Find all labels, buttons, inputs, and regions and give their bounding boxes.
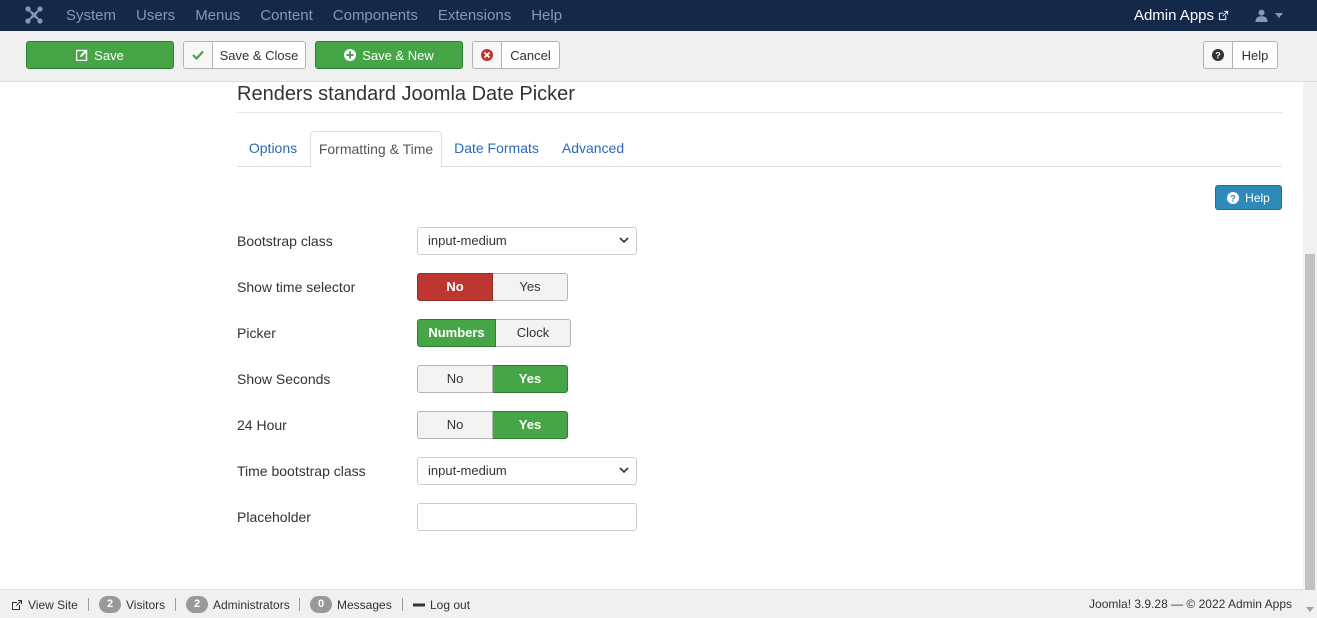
hour24-toggle: No Yes xyxy=(417,411,568,439)
save-new-button[interactable]: Save & New xyxy=(315,41,463,69)
menu-system[interactable]: System xyxy=(56,0,126,31)
menu-users[interactable]: Users xyxy=(126,0,185,31)
footer-copyright: Joomla! 3.9.28 — © 2022 Admin Apps xyxy=(1089,597,1292,611)
top-navbar: System Users Menus Content Components Ex… xyxy=(0,0,1317,31)
tab-formatting-time[interactable]: Formatting & Time xyxy=(310,131,442,167)
tab-bar: Options Formatting & Time Date Formats A… xyxy=(237,131,1282,167)
show-time-selector-toggle: No Yes xyxy=(417,273,568,301)
administrators-label: Administrators xyxy=(213,597,290,612)
menu-menus[interactable]: Menus xyxy=(185,0,250,31)
show-seconds-label: Show Seconds xyxy=(237,371,331,387)
time-bootstrap-class-select[interactable]: input-medium xyxy=(417,457,637,485)
messages-label: Messages xyxy=(337,597,392,612)
svg-text:?: ? xyxy=(1230,193,1236,203)
tab-date-formats[interactable]: Date Formats xyxy=(446,131,547,167)
bootstrap-class-value: input-medium xyxy=(428,233,507,248)
chevron-down-icon xyxy=(619,467,629,474)
chevron-down-icon xyxy=(1275,13,1283,18)
visitors-label: Visitors xyxy=(126,597,166,612)
messages-badge: 0 xyxy=(310,596,332,613)
edit-icon xyxy=(76,49,88,61)
administrators-badge: 2 xyxy=(186,596,208,613)
cancel-label: Cancel xyxy=(510,47,551,63)
time-bootstrap-class-value: input-medium xyxy=(428,463,507,478)
external-link-icon xyxy=(1218,10,1229,21)
menu-extensions[interactable]: Extensions xyxy=(428,0,521,31)
user-icon xyxy=(1255,9,1268,22)
site-name: Admin Apps xyxy=(1133,7,1214,24)
bootstrap-class-label: Bootstrap class xyxy=(237,233,333,249)
show-time-selector-no[interactable]: No xyxy=(417,273,493,301)
status-bar: View Site 2 Visitors 2 Administrators 0 … xyxy=(0,589,1303,618)
tab-advanced[interactable]: Advanced xyxy=(553,131,633,167)
picker-numbers[interactable]: Numbers xyxy=(417,319,496,347)
picker-clock[interactable]: Clock xyxy=(496,319,571,347)
cancel-button[interactable]: Cancel xyxy=(472,41,560,69)
main-content: Renders standard Joomla Date Picker Opti… xyxy=(0,82,1303,589)
bootstrap-class-select[interactable]: input-medium xyxy=(417,227,637,255)
site-link[interactable]: Admin Apps xyxy=(1134,7,1229,24)
save-label: Save xyxy=(94,47,124,63)
navbar-right: Admin Apps xyxy=(1134,0,1317,31)
save-close-label: Save & Close xyxy=(219,47,299,63)
svg-text:?: ? xyxy=(1215,50,1221,60)
page-title: Renders standard Joomla Date Picker xyxy=(237,83,575,105)
divider xyxy=(299,598,300,611)
hour24-label: 24 Hour xyxy=(237,417,287,433)
cancel-icon xyxy=(473,42,502,68)
minus-icon xyxy=(413,603,425,606)
show-time-selector-yes[interactable]: Yes xyxy=(493,273,568,301)
placeholder-label: Placeholder xyxy=(237,509,311,525)
scrollbar-thumb[interactable] xyxy=(1305,254,1315,590)
logout-link[interactable]: Log out xyxy=(413,590,470,618)
tab-options[interactable]: Options xyxy=(237,131,309,167)
messages-link[interactable]: 0 Messages xyxy=(310,590,392,618)
logout-label: Log out xyxy=(430,597,471,612)
time-bootstrap-class-label: Time bootstrap class xyxy=(237,463,366,479)
show-seconds-toggle: No Yes xyxy=(417,365,568,393)
question-icon: ? xyxy=(1204,42,1233,68)
plus-circle-icon xyxy=(344,49,357,61)
chevron-down-icon xyxy=(619,237,629,244)
external-link-icon xyxy=(12,599,22,610)
scroll-down-arrow-icon[interactable] xyxy=(1305,604,1315,614)
save-button[interactable]: Save xyxy=(26,41,174,69)
divider xyxy=(402,598,403,611)
divider xyxy=(175,598,176,611)
save-new-label: Save & New xyxy=(362,47,434,63)
hour24-yes[interactable]: Yes xyxy=(493,411,568,439)
divider xyxy=(88,598,89,611)
toolbar: Save Save & Close Save & New Cancel ? He… xyxy=(0,31,1317,82)
user-menu[interactable] xyxy=(1255,9,1283,22)
main-menu: System Users Menus Content Components Ex… xyxy=(56,0,572,31)
title-divider xyxy=(237,112,1282,113)
question-icon: ? xyxy=(1227,191,1240,204)
hour24-no[interactable]: No xyxy=(417,411,493,439)
menu-content[interactable]: Content xyxy=(250,0,323,31)
placeholder-input[interactable] xyxy=(417,503,637,531)
menu-help[interactable]: Help xyxy=(521,0,572,31)
show-seconds-yes[interactable]: Yes xyxy=(493,365,568,393)
show-seconds-no[interactable]: No xyxy=(417,365,493,393)
view-site-label: View Site xyxy=(28,597,78,612)
picker-toggle: Numbers Clock xyxy=(417,319,571,347)
view-site-link[interactable]: View Site xyxy=(11,590,78,618)
help-label: Help xyxy=(1245,190,1270,205)
help-button[interactable]: ? Help xyxy=(1215,185,1282,210)
picker-label: Picker xyxy=(237,325,276,341)
toolbar-help-label: Help xyxy=(1241,47,1269,63)
menu-components[interactable]: Components xyxy=(323,0,428,31)
show-time-selector-label: Show time selector xyxy=(237,279,356,295)
save-close-button[interactable]: Save & Close xyxy=(183,41,306,69)
administrators-link[interactable]: 2 Administrators xyxy=(186,590,290,618)
visitors-link[interactable]: 2 Visitors xyxy=(99,590,165,618)
check-icon xyxy=(184,42,213,68)
joomla-logo-icon[interactable] xyxy=(24,5,44,25)
visitors-badge: 2 xyxy=(99,596,121,613)
toolbar-help-button[interactable]: ? Help xyxy=(1203,41,1278,69)
